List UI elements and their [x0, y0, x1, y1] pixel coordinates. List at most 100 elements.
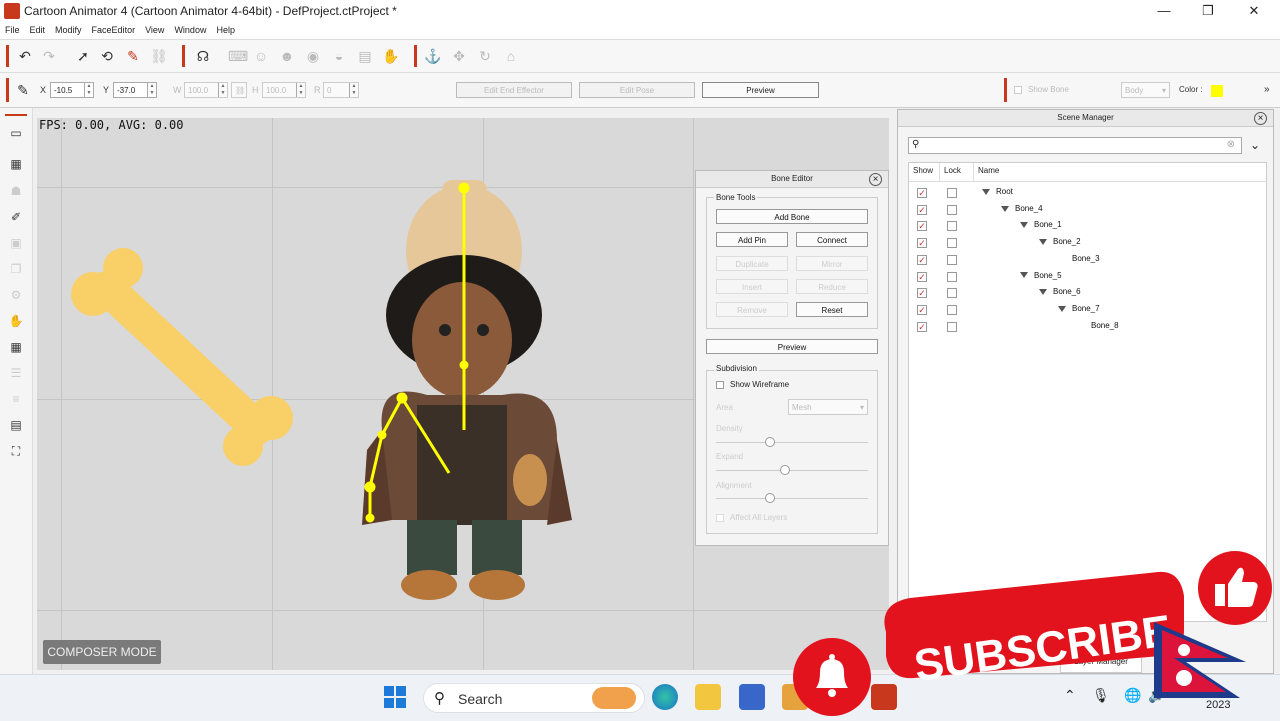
scene-row-bone_1[interactable]: ✓ Bone_1 [909, 217, 1266, 234]
pen-icon[interactable]: ✎ [14, 81, 32, 99]
copy-icon[interactable]: ❐ [8, 261, 24, 277]
scene-row-bone_7[interactable]: ✓ Bone_7 [909, 301, 1266, 318]
gallery-icon[interactable]: ▦ [8, 156, 24, 172]
link-icon[interactable]: ⛓ [150, 47, 168, 65]
scene-manager-close-icon[interactable]: × [1254, 112, 1267, 125]
scene-row-bone_6[interactable]: ✓ Bone_6 [909, 284, 1266, 301]
edit-pose-button[interactable]: Edit Pose [579, 82, 695, 98]
menu-face-editor[interactable]: FaceEditor [87, 22, 141, 38]
file-explorer-icon[interactable] [695, 684, 721, 710]
bone-prop-image[interactable] [67, 248, 297, 468]
puppet-icon[interactable]: ✋ [382, 47, 400, 65]
globe-icon[interactable]: 🌐 [1124, 687, 1141, 704]
notification-bell-icon[interactable] [793, 638, 871, 716]
show-checkbox[interactable]: ✓ [917, 271, 927, 282]
scene-search-input[interactable]: ⚲ ⊗ [908, 137, 1242, 154]
show-wireframe-checkbox[interactable] [716, 381, 724, 389]
y-field[interactable]: -37.0 ▲ ▼ [113, 82, 157, 98]
menu-modify[interactable]: Modify [50, 22, 87, 38]
lock-checkbox[interactable] [947, 188, 957, 198]
lock-checkbox[interactable] [947, 254, 957, 265]
tree-node[interactable]: Bone_5 [1020, 271, 1062, 280]
list-icon[interactable]: ☰ [8, 365, 24, 381]
mouth-icon[interactable]: ◒ [330, 47, 348, 65]
stack-icon[interactable]: ≡ [8, 391, 24, 407]
tree-node[interactable]: Bone_2 [1039, 237, 1081, 246]
scene-row-bone_8[interactable]: ✓ Bone_8 [909, 318, 1266, 335]
tree-node[interactable]: Bone_4 [1001, 204, 1043, 213]
area-select[interactable]: Mesh ▾ [788, 399, 868, 415]
lock-checkbox[interactable] [947, 271, 957, 282]
expand-triangle-icon[interactable] [1039, 238, 1047, 245]
eye-icon[interactable]: ◉ [304, 47, 322, 65]
connect-button[interactable]: Connect [796, 232, 868, 247]
windows-start-icon[interactable] [384, 686, 406, 708]
show-checkbox[interactable]: ✓ [917, 188, 927, 198]
show-bone-checkbox[interactable] [1014, 86, 1022, 94]
show-checkbox[interactable]: ✓ [917, 204, 927, 215]
tree-node[interactable]: Bone_8 [1077, 321, 1119, 330]
h-field[interactable]: 100.0 ▲ ▼ [262, 82, 306, 98]
lock-checkbox[interactable] [947, 238, 957, 249]
tree-node[interactable]: Bone_7 [1058, 304, 1100, 313]
brush-icon[interactable]: ✐ [8, 209, 24, 225]
menu-window[interactable]: Window [169, 22, 211, 38]
undo-icon[interactable]: ↶ [16, 47, 34, 65]
anchor-icon[interactable]: ⚓ [424, 47, 442, 65]
density-slider[interactable] [716, 442, 868, 443]
r-field[interactable]: 0 ▲ ▼ [323, 82, 359, 98]
lock-checkbox[interactable] [947, 321, 957, 332]
insert-button[interactable]: Insert [716, 279, 788, 294]
show-checkbox[interactable]: ✓ [917, 321, 927, 332]
select-arrow-icon[interactable]: ➚ [74, 47, 92, 65]
frame-icon[interactable]: ▣ [8, 235, 24, 251]
redo-icon[interactable]: ↷ [40, 47, 58, 65]
preview-button[interactable]: Preview [702, 82, 819, 98]
microsoft-store-icon[interactable] [739, 684, 765, 710]
show-checkbox[interactable]: ✓ [917, 288, 927, 299]
character-image[interactable] [337, 180, 587, 600]
expand-triangle-icon[interactable] [1058, 305, 1066, 312]
expand-triangle-icon[interactable] [1020, 272, 1028, 279]
show-checkbox[interactable]: ✓ [917, 304, 927, 315]
scene-row-bone_3[interactable]: ✓ Bone_3 [909, 251, 1266, 268]
capture-icon[interactable]: ⛶ [8, 443, 24, 459]
expand-triangle-icon[interactable] [1001, 205, 1009, 212]
lock-checkbox[interactable] [947, 288, 957, 299]
head-icon[interactable]: ☺ [252, 47, 270, 65]
bone-preview-button[interactable]: Preview [706, 339, 878, 354]
close-button[interactable]: ✕ [1240, 2, 1268, 20]
duplicate-button[interactable]: Duplicate [716, 256, 788, 271]
color-swatch[interactable] [1211, 85, 1223, 97]
grid-icon[interactable]: ▦ [8, 339, 24, 355]
composer-mode-badge[interactable]: COMPOSER MODE [43, 640, 161, 664]
like-thumb-icon[interactable] [1198, 551, 1272, 625]
maximize-button[interactable]: ❐ [1194, 2, 1222, 20]
expand-triangle-icon[interactable] [1020, 222, 1028, 229]
affect-all-layers-checkbox[interactable] [716, 514, 724, 522]
cartoon-animator-task-icon[interactable] [871, 684, 897, 710]
filter-dropdown-icon[interactable]: ⌄ [1250, 138, 1260, 152]
expand-slider[interactable] [716, 470, 868, 471]
scene-row-bone_4[interactable]: ✓ Bone_4 [909, 201, 1266, 218]
keyboard-icon[interactable]: ⌨ [228, 47, 248, 65]
scene-row-root[interactable]: ✓ Root [909, 184, 1266, 201]
motion-icon[interactable]: ⚙ [8, 287, 24, 303]
show-checkbox[interactable]: ✓ [917, 254, 927, 265]
add-pin-button[interactable]: Add Pin [716, 232, 788, 247]
scene-icon[interactable]: ▭ [8, 125, 24, 141]
tree-node[interactable]: Root [982, 187, 1013, 196]
w-field[interactable]: 100.0 ▲ ▼ [184, 82, 228, 98]
bone-editor-close-icon[interactable]: × [869, 173, 882, 186]
expand-triangle-icon[interactable] [982, 188, 990, 195]
scene-row-bone_2[interactable]: ✓ Bone_2 [909, 234, 1266, 251]
edit-end-effector-button[interactable]: Edit End Effector [456, 82, 572, 98]
character-icon[interactable]: ☗ [8, 183, 24, 199]
rotate-icon[interactable]: ↻ [476, 47, 494, 65]
lock-ratio-button[interactable]: ⛓ [231, 82, 247, 98]
tree-node[interactable]: Bone_1 [1020, 220, 1062, 229]
reduce-button[interactable]: Reduce [796, 279, 868, 294]
tree-node[interactable]: Bone_3 [1058, 254, 1100, 263]
menu-edit[interactable]: Edit [25, 22, 51, 38]
clear-search-icon[interactable]: ⊗ [1227, 139, 1235, 150]
